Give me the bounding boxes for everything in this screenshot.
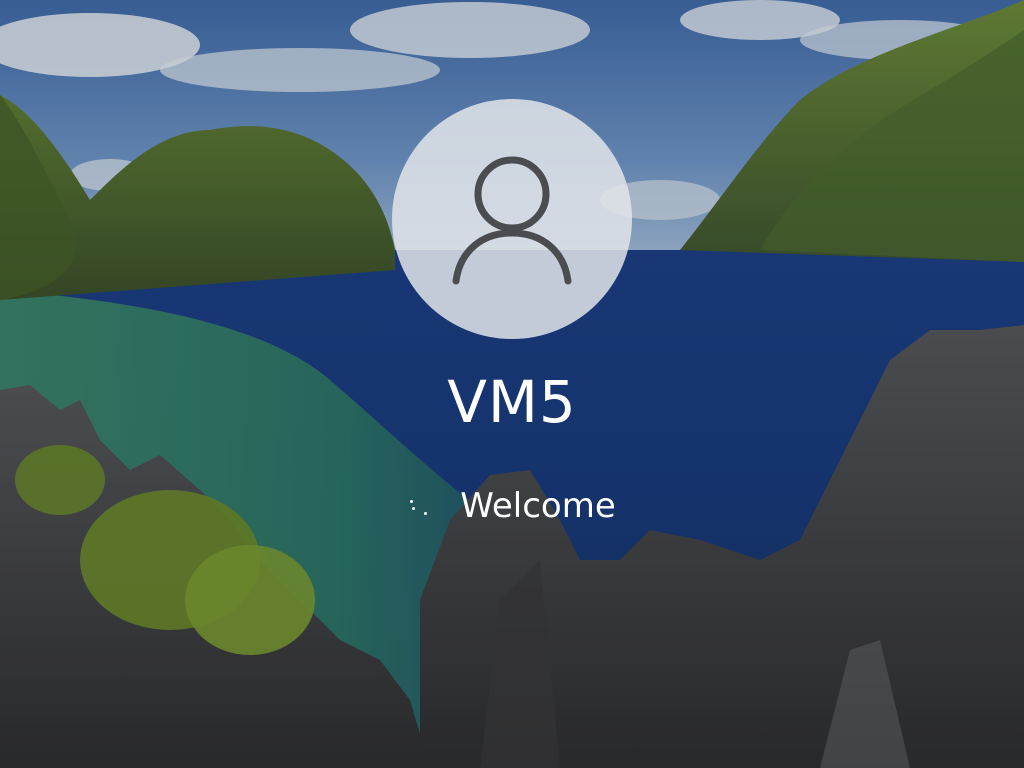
- user-avatar[interactable]: [392, 99, 632, 339]
- username-label: VM5: [447, 368, 577, 436]
- user-account-icon: [452, 156, 572, 285]
- login-screen: VM5 Welcome: [0, 0, 1024, 768]
- status-row: Welcome: [0, 480, 1024, 532]
- loading-spinner-icon: [408, 494, 432, 518]
- welcome-status-text: Welcome: [460, 486, 616, 526]
